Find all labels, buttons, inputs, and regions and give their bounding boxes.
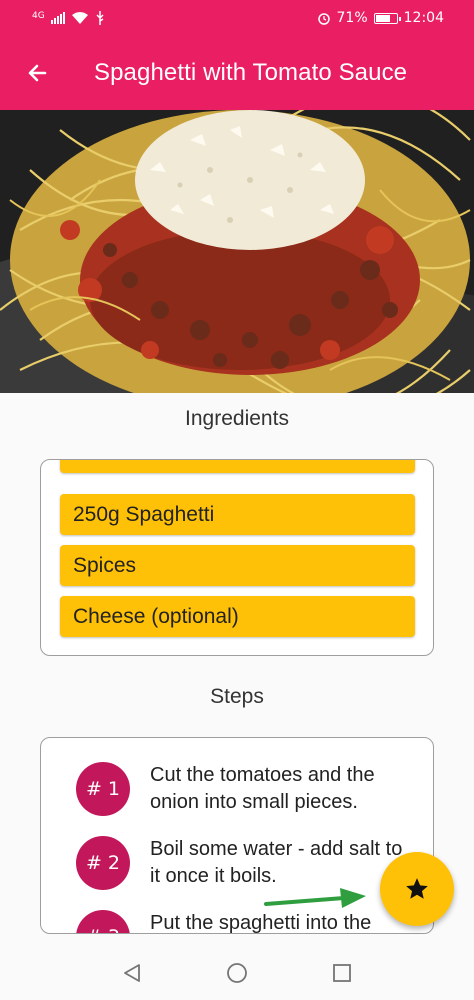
green-arrow-icon (264, 888, 366, 908)
nav-back-button[interactable] (112, 953, 152, 993)
wifi-icon (71, 12, 88, 24)
step-number-badge: # 1 (76, 762, 130, 816)
ingredients-card[interactable]: 250g Spaghetti Spices Cheese (optional) (40, 459, 434, 656)
battery-icon (373, 12, 401, 24)
battery-fill (375, 14, 390, 22)
ingredients-heading: Ingredients (185, 407, 289, 430)
step-text: Boil some water - add salt to it once it… (150, 838, 403, 887)
favorite-fab[interactable] (380, 852, 454, 926)
page-title: Spaghetti with Tomato Sauce (94, 59, 408, 86)
triangle-back-icon (124, 964, 141, 982)
spaghetti-illustration (0, 110, 474, 393)
square-recents-icon (332, 964, 351, 982)
app-bar: Spaghetti with Tomato Sauce (0, 36, 474, 110)
ingredient-item: 250g Spaghetti (60, 494, 415, 535)
status-right: 71% 12:04 (317, 10, 444, 26)
usb-icon (96, 11, 104, 25)
step-number-badge: # 2 (76, 836, 130, 890)
steps-card[interactable]: # 1 Cut the tomatoes and the onion into … (40, 737, 434, 934)
arrow-left-icon (28, 64, 47, 82)
star-icon (406, 878, 428, 899)
step-text: Put the spaghetti into the boiling water… (150, 912, 372, 934)
nav-recents-button[interactable] (322, 953, 362, 993)
clock: 12:04 (403, 10, 444, 26)
alarm-icon (317, 13, 330, 25)
ingredient-item: Spices (60, 545, 415, 586)
step-row: # 3 Put the spaghetti into the boiling w… (76, 910, 405, 934)
status-bar: 4G 71% 12:04 (0, 0, 474, 36)
system-nav-bar (0, 946, 474, 1000)
nav-home-button[interactable] (217, 953, 257, 993)
signal-icon (50, 12, 65, 24)
back-button[interactable] (0, 36, 74, 110)
ingredient-item: Cheese (optional) (60, 596, 415, 637)
steps-heading: Steps (210, 685, 264, 708)
network-label: 4G (32, 11, 45, 21)
step-row: # 1 Cut the tomatoes and the onion into … (76, 762, 405, 816)
step-text: Cut the tomatoes and the onion into smal… (150, 764, 375, 813)
step-number-badge: # 3 (76, 910, 130, 933)
circle-home-icon (227, 963, 247, 983)
battery-percent: 71% (336, 10, 368, 26)
step-row: # 2 Boil some water - add salt to it onc… (76, 836, 405, 890)
recipe-image (0, 110, 474, 393)
ingredient-item-partial (60, 460, 415, 473)
status-left: 4G (32, 11, 105, 25)
